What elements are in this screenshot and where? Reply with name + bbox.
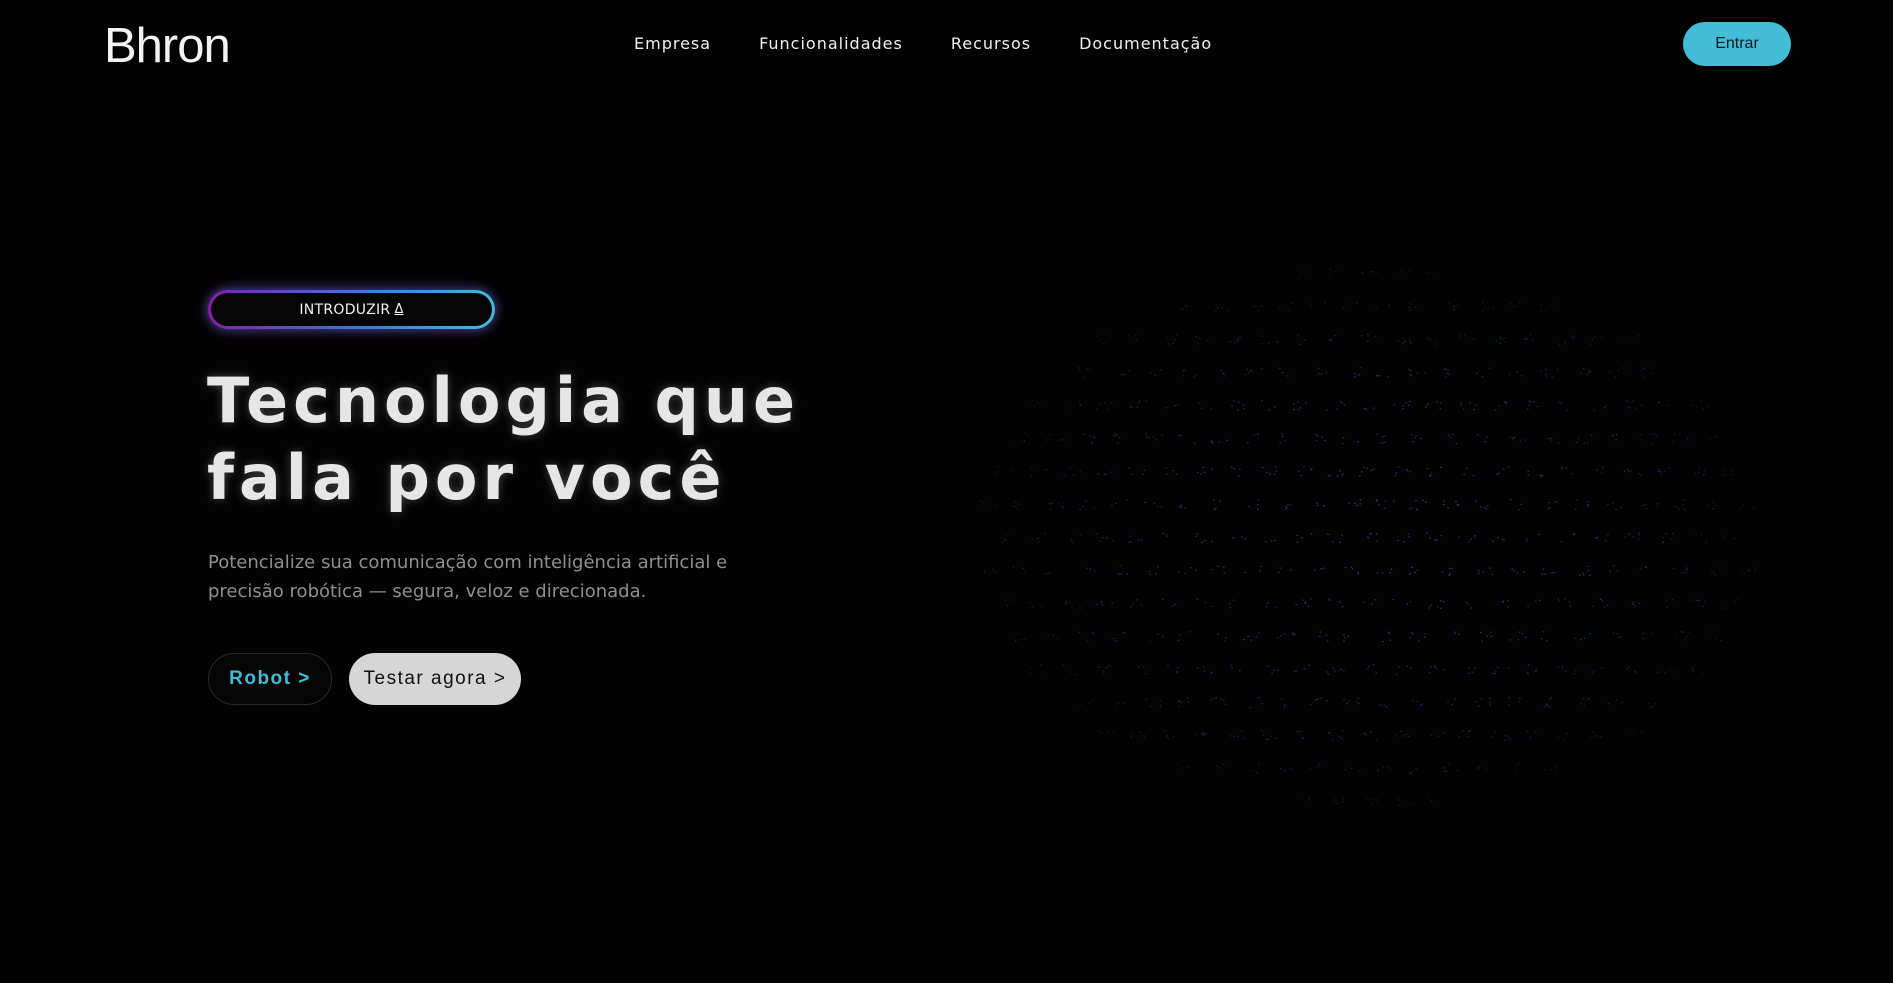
intro-badge[interactable]: INTRODUZIR Δ — [208, 290, 495, 329]
nav-link-recursos[interactable]: Recursos — [951, 34, 1031, 53]
nav-link-documentacao[interactable]: Documentação — [1079, 34, 1212, 53]
try-now-button[interactable]: Testar agora > — [349, 653, 521, 705]
hero-subtitle-line-1: Potencialize sua comunicação com intelig… — [208, 552, 728, 573]
robot-button[interactable]: Robot > — [208, 653, 332, 705]
hero-headline-line-1: Tecnologia que — [207, 364, 801, 437]
hero-subtitle: Potencialize sua comunicação com intelig… — [208, 548, 768, 606]
nav-link-empresa[interactable]: Empresa — [634, 34, 711, 53]
particle-globe-graphic — [979, 268, 1756, 807]
main-nav: Empresa Funcionalidades Recursos Documen… — [634, 34, 1260, 53]
hero-subtitle-line-2: precisão robótica — segura, veloz e dire… — [208, 581, 647, 602]
intro-badge-inner: INTRODUZIR Δ — [211, 293, 492, 326]
logo[interactable]: Bhron — [104, 18, 231, 74]
intro-badge-label: INTRODUZIR — [299, 301, 391, 318]
nav-link-funcionalidades[interactable]: Funcionalidades — [759, 34, 903, 53]
delta-icon: Δ — [394, 302, 404, 317]
login-button[interactable]: Entrar — [1683, 22, 1791, 66]
page: Bhron Empresa Funcionalidades Recursos D… — [0, 0, 1893, 983]
hero-headline-line-2: fala por você — [207, 441, 727, 514]
hero-headline: Tecnologia que fala por você — [207, 362, 800, 516]
